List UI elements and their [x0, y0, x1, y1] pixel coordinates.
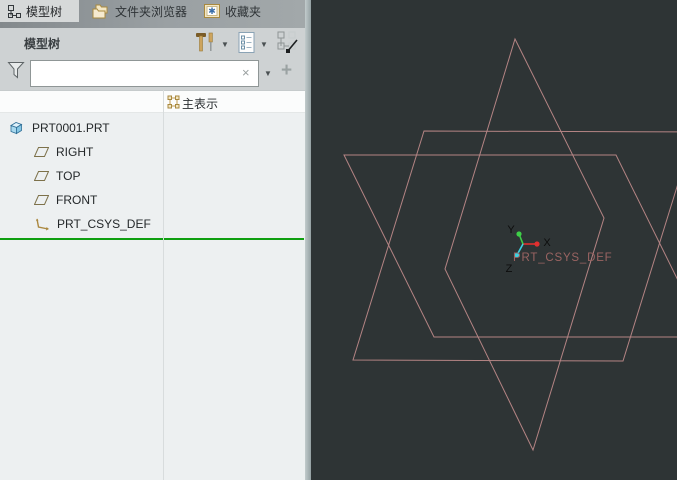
tree-row-datum-plane[interactable]: FRONT — [0, 188, 300, 212]
model-tree-panel: 模型树 文件夹浏览器 ✱ 收藏夹 模型树 ▼ ▼ × ▼ + 主表示 PRT00… — [0, 0, 305, 480]
tree-tools-button[interactable] — [194, 31, 216, 54]
tree-filter-input[interactable] — [30, 60, 259, 87]
svg-text:✱: ✱ — [208, 6, 216, 16]
tree-row-csys[interactable]: PRT_CSYS_DEF — [0, 212, 300, 236]
panel-tab-bar: 模型树 文件夹浏览器 ✱ 收藏夹 — [0, 0, 305, 28]
part-icon — [9, 121, 23, 135]
model-tree: PRT0001.PRT RIGHT TOP FRONT PRT_CSYS_DEF — [0, 113, 305, 480]
csys-axis-dot-y[interactable] — [516, 231, 522, 237]
favorites-icon: ✱ — [204, 4, 220, 18]
panel-header: 模型树 ▼ ▼ × ▼ + — [0, 28, 305, 90]
model-tree-icon — [8, 4, 21, 18]
graphics-viewport[interactable]: X Y Z PRT_CSYS_DEF — [311, 0, 677, 480]
representation-icon — [167, 95, 180, 109]
creo-window: 模型树 文件夹浏览器 ✱ 收藏夹 模型树 ▼ ▼ × ▼ + 主表示 PRT00… — [0, 0, 677, 480]
tools-icon — [194, 32, 216, 58]
tab-label: 模型树 — [26, 4, 63, 19]
folder-browser-icon — [92, 4, 110, 19]
insert-indicator-line[interactable] — [0, 238, 304, 240]
tab-favorites[interactable]: ✱ 收藏夹 — [196, 0, 268, 22]
sketch-parallelogram-upper[interactable] — [352, 130, 677, 362]
datum-plane-icon — [33, 171, 50, 181]
datum-plane-icon — [33, 195, 50, 205]
tree-row-datum-plane[interactable]: RIGHT — [0, 140, 300, 164]
add-filter-button[interactable]: + — [281, 61, 292, 81]
csys-axis-label: Y — [507, 224, 515, 236]
panel-title: 模型树 — [24, 37, 61, 51]
tree-row-part[interactable]: PRT0001.PRT — [0, 116, 300, 140]
tree-row-datum-plane[interactable]: TOP — [0, 164, 300, 188]
csys-axis-dot-x[interactable] — [534, 241, 540, 247]
column-main-representation[interactable]: 主表示 — [182, 95, 218, 112]
tree-settings-icon — [277, 31, 299, 58]
display-dropdown-caret[interactable]: ▼ — [260, 41, 268, 49]
tab-label: 文件夹浏览器 — [115, 4, 188, 19]
tree-column-header: 主表示 — [0, 90, 305, 113]
tree-display-options-button[interactable] — [238, 32, 255, 53]
csys-icon — [34, 217, 50, 231]
tree-column-separator[interactable] — [163, 90, 164, 480]
tree-column-settings-button[interactable] — [277, 31, 299, 54]
tab-label: 收藏夹 — [225, 4, 262, 19]
tools-dropdown-caret[interactable]: ▼ — [221, 41, 229, 49]
clear-filter-icon[interactable]: × — [242, 66, 250, 80]
csys-name-label[interactable]: PRT_CSYS_DEF — [513, 252, 613, 264]
tab-folder-browser[interactable]: 文件夹浏览器 — [84, 0, 192, 22]
sketch-parallelogram-lower[interactable] — [343, 154, 677, 338]
list-options-icon — [238, 32, 255, 57]
funnel-icon — [7, 61, 25, 80]
tab-model-tree[interactable]: 模型树 — [0, 0, 79, 22]
datum-plane-icon — [33, 147, 50, 157]
csys-axis-label: Z — [506, 263, 513, 275]
csys-axis-label: X — [543, 237, 551, 249]
filter-dropdown-caret[interactable]: ▼ — [264, 70, 272, 78]
